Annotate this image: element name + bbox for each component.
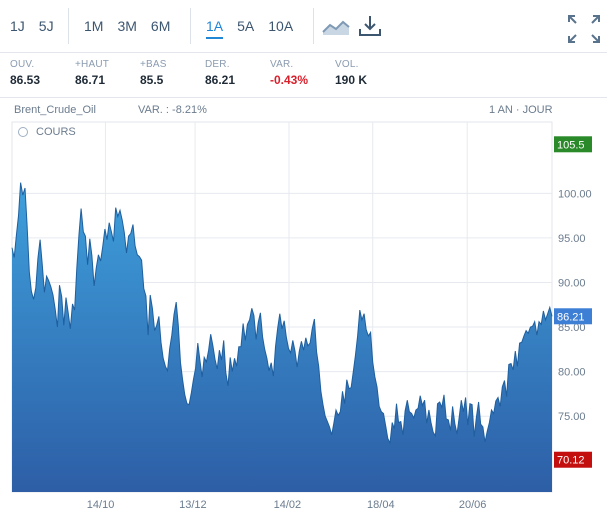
last-price-badge: 86.21 [554,308,592,325]
stat-label: VAR. [270,59,294,70]
period-1m-button[interactable]: 1M [84,0,103,52]
stat-value: 86.21 [205,73,236,87]
stat-label: +HAUT [75,59,110,70]
toolbar-divider [313,8,314,44]
y-tick-label: 80.00 [558,367,586,379]
x-tick-label: 13/12 [179,499,207,511]
x-tick-label: 14/02 [274,499,302,511]
stat-open: OUV. 86.53 [10,59,40,87]
y-tick-label: 90.00 [558,277,586,289]
period-3m-button[interactable]: 3M [117,0,136,52]
stat-label: VOL. [335,59,359,70]
mid-period-group: 1M 3M 6M [84,0,184,52]
stat-high: +HAUT 86.71 [75,59,109,87]
stat-value: -0.43% [270,73,309,87]
max-price-badge-text: 105.5 [557,139,585,151]
series-label: COURS [36,126,76,138]
long-period-group: 1A 5A 10A [206,0,307,52]
line-chart-icon[interactable] [322,16,350,36]
stat-label: OUV. [10,59,35,70]
stat-label: DER. [205,59,230,70]
stat-variation: VAR. -0.43% [270,59,308,87]
last-price-badge-text: 86.21 [557,311,585,323]
toolbar: 1J 5J 1M 3M 6M 1A 5A 10A [0,0,607,53]
min-price-badge: 70.12 [554,451,592,468]
period-10a-button[interactable]: 10A [268,0,293,52]
toolbar-divider [68,8,69,44]
y-tick-label: 100.00 [558,188,592,200]
stat-low: +BAS 85.5 [140,59,167,87]
x-tick-label: 18/04 [367,499,395,511]
short-period-group: 1J 5J [10,0,68,52]
x-tick-label: 14/10 [87,499,115,511]
period-5j-button[interactable]: 5J [39,0,54,52]
period-1j-button[interactable]: 1J [10,0,25,52]
min-price-badge-text: 70.12 [557,455,585,467]
price-chart[interactable]: 100.0095.0090.0085.0080.0075.00 14/10 13/… [0,120,607,522]
max-price-badge: 105.5 [554,136,592,153]
stat-volume: VOL. 190 K [335,59,367,87]
chart-period-label: 1 AN · JOUR [489,104,553,116]
y-tick-label: 75.00 [558,411,586,423]
stat-last: DER. 86.21 [205,59,235,87]
settings-gear-icon[interactable] [18,127,28,137]
fullscreen-icon[interactable] [567,14,601,44]
period-5a-button[interactable]: 5A [237,0,254,52]
stat-value: 190 K [335,73,368,87]
x-tick-label: 20/06 [459,499,487,511]
stat-value: 85.5 [140,73,164,87]
period-1a-button[interactable]: 1A [206,0,224,52]
quote-stats: OUV. 86.53 +HAUT 86.71 +BAS 85.5 DER. 86… [0,53,607,98]
stat-value: 86.53 [10,73,41,87]
download-icon[interactable] [358,14,382,38]
period-6m-button[interactable]: 6M [151,0,170,52]
instrument-name: Brent_Crude_Oil [14,104,96,116]
stat-value: 86.71 [75,73,106,87]
y-tick-label: 95.00 [558,233,586,245]
period-variation: VAR. : -8.21% [138,104,207,116]
toolbar-divider [190,8,191,44]
series-legend: COURS [18,126,76,138]
stat-label: +BAS [140,59,167,70]
